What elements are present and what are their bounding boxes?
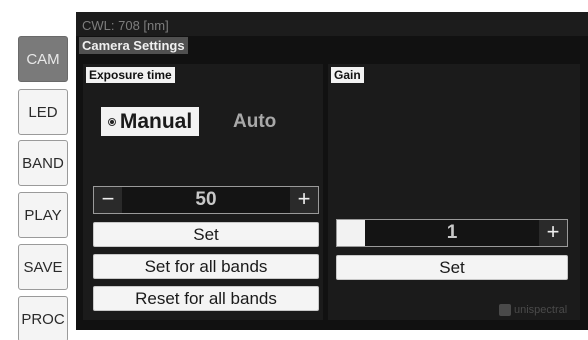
gain-set-button[interactable]: Set bbox=[336, 255, 568, 280]
mode-manual-label: Manual bbox=[119, 109, 193, 133]
gain-decrement-button[interactable] bbox=[337, 220, 365, 246]
exposure-decrement-button[interactable]: − bbox=[94, 187, 122, 213]
sidebar-nav: CAM LED BAND PLAY SAVE PROC bbox=[0, 0, 76, 340]
gain-title: Gain bbox=[331, 67, 364, 83]
exposure-title: Exposure time bbox=[86, 67, 175, 83]
nav-button-proc[interactable]: PROC bbox=[18, 296, 68, 340]
main-area: CWL: 708 [nm] Camera Settings Exposure t… bbox=[76, 12, 588, 330]
nav-button-band[interactable]: BAND bbox=[18, 140, 68, 186]
logo-text: unispectral bbox=[514, 304, 568, 316]
mode-auto-option[interactable]: Auto bbox=[233, 111, 276, 133]
exposure-set-button[interactable]: Set bbox=[93, 222, 319, 247]
nav-button-led[interactable]: LED bbox=[18, 89, 68, 135]
gain-stepper: 1 + bbox=[336, 219, 568, 247]
nav-button-save[interactable]: SAVE bbox=[18, 244, 68, 290]
exposure-value[interactable]: 50 bbox=[122, 187, 290, 213]
gain-value[interactable]: 1 bbox=[365, 220, 539, 246]
nav-button-cam[interactable]: CAM bbox=[18, 36, 68, 82]
gain-panel: Gain 1 + Set bbox=[328, 64, 580, 320]
gain-increment-button[interactable]: + bbox=[539, 220, 567, 246]
cwl-readout: CWL: 708 [nm] bbox=[82, 18, 169, 33]
exposure-panel: Exposure time Manual Auto − 50 + Set Set… bbox=[83, 64, 323, 320]
reset-all-bands-button[interactable]: Reset for all bands bbox=[93, 286, 319, 311]
unispectral-logo: unispectral bbox=[499, 304, 567, 316]
top-bar: CWL: 708 [nm] bbox=[76, 12, 588, 36]
exposure-stepper: − 50 + bbox=[93, 186, 319, 214]
unispectral-logo-icon bbox=[499, 304, 511, 316]
nav-button-play[interactable]: PLAY bbox=[18, 192, 68, 238]
radio-selected-icon bbox=[107, 117, 116, 126]
exposure-increment-button[interactable]: + bbox=[290, 187, 318, 213]
set-all-bands-button[interactable]: Set for all bands bbox=[93, 254, 319, 279]
page-title: Camera Settings bbox=[79, 37, 188, 54]
mode-manual-option[interactable]: Manual bbox=[101, 107, 199, 136]
